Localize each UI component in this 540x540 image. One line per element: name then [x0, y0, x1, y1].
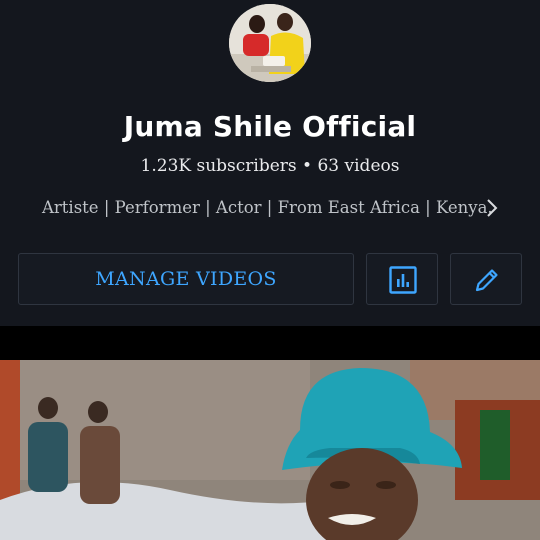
manage-videos-button[interactable]: MANAGE VIDEOS	[18, 253, 354, 305]
pencil-icon	[475, 269, 498, 292]
channel-header: Juma Shile Official 1.23K subscribers • …	[0, 0, 540, 326]
section-divider	[0, 326, 540, 360]
video-thumbnail[interactable]	[0, 360, 540, 540]
manage-videos-label: MANAGE VIDEOS	[95, 268, 277, 290]
channel-description[interactable]: Artiste | Performer | Actor | From East …	[42, 198, 522, 224]
chevron-right-icon[interactable]	[483, 197, 501, 219]
analytics-icon	[389, 266, 417, 294]
channel-name: Juma Shile Official	[123, 110, 417, 143]
channel-avatar[interactable]	[229, 4, 311, 82]
channel-description-text: Artiste | Performer | Actor | From East …	[42, 198, 493, 217]
edit-channel-button[interactable]	[450, 253, 522, 305]
analytics-button[interactable]	[366, 253, 438, 305]
channel-stats: 1.23K subscribers • 63 videos	[140, 156, 400, 176]
